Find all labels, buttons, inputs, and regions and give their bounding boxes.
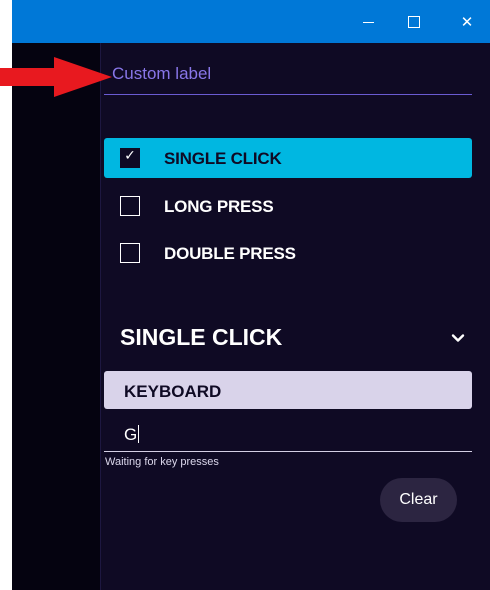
clear-button[interactable]: Clear (380, 478, 457, 522)
option-label: SINGLE CLICK (164, 149, 282, 168)
title-bar: ✕ (12, 0, 490, 43)
action-type-keyboard[interactable]: KEYBOARD (104, 371, 472, 409)
key-value-text: G (124, 425, 138, 444)
custom-label-placeholder[interactable]: Custom label (112, 64, 211, 84)
annotation-arrow-icon (0, 57, 112, 97)
action-type-label: KEYBOARD (124, 382, 222, 401)
key-helper-text: Waiting for key presses (105, 456, 219, 468)
close-button[interactable]: ✕ (444, 0, 490, 43)
single-click-checkbox[interactable]: ✓ (120, 148, 140, 168)
chevron-down-icon[interactable] (450, 330, 466, 346)
close-icon: ✕ (460, 12, 474, 31)
key-input-field[interactable]: G (104, 418, 472, 452)
left-panel (12, 43, 101, 590)
option-single-click[interactable]: ✓ SINGLE CLICK (104, 138, 472, 178)
mode-section-header[interactable]: SINGLE CLICK (104, 318, 472, 358)
option-long-press[interactable]: LONG PRESS (104, 186, 472, 226)
long-press-checkbox[interactable] (120, 196, 140, 216)
maximize-button[interactable] (391, 0, 437, 43)
minimize-button[interactable] (345, 0, 391, 43)
option-double-press[interactable]: DOUBLE PRESS (104, 233, 472, 273)
minimize-icon (362, 22, 374, 23)
custom-label-field[interactable]: Custom label (104, 58, 472, 95)
option-label: LONG PRESS (164, 197, 274, 216)
maximize-icon (408, 15, 420, 28)
text-caret (138, 425, 140, 443)
mode-title: SINGLE CLICK (120, 324, 283, 350)
double-press-checkbox[interactable] (120, 243, 140, 263)
key-input-value[interactable]: G (124, 425, 140, 445)
option-label: DOUBLE PRESS (164, 244, 296, 263)
check-icon: ✓ (124, 148, 136, 164)
